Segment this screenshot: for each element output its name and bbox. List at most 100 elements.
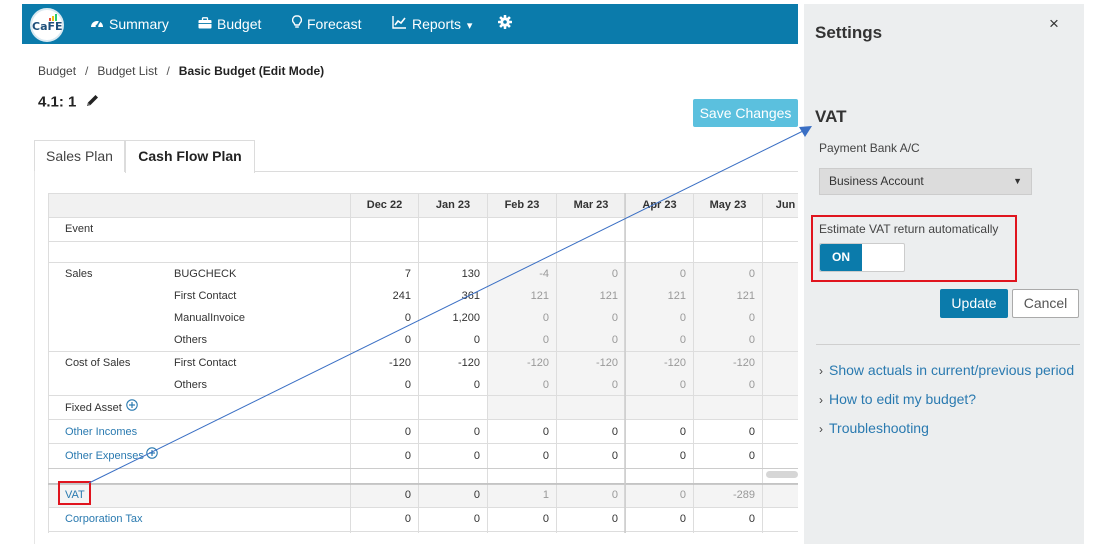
payment-bank-select[interactable]: Business Account ▼	[819, 168, 1032, 195]
close-icon[interactable]: ×	[1049, 14, 1059, 34]
other-expenses-link[interactable]: Other Expenses	[65, 450, 144, 462]
cell-value[interactable]: -120	[488, 352, 556, 374]
cell-value[interactable]: 0	[351, 444, 418, 468]
cancel-button[interactable]: Cancel	[1012, 289, 1079, 318]
cell-value[interactable]: 0	[694, 508, 762, 531]
cell-value[interactable]: 0	[626, 263, 693, 285]
cell-value[interactable]: 130	[419, 263, 487, 285]
row-label: Sales	[65, 268, 93, 280]
cell-value[interactable]: 0	[419, 508, 487, 531]
cell-value[interactable]: 241	[351, 285, 418, 307]
cell-value[interactable]: 0	[419, 329, 487, 351]
cell-value[interactable]: 0	[694, 420, 762, 444]
cell-value[interactable]: 0	[557, 374, 625, 396]
cell-value[interactable]: 0	[694, 263, 762, 285]
breadcrumb: Budget / Budget List / Basic Budget (Edit Mo…	[38, 64, 324, 78]
cell-value[interactable]: 0	[488, 329, 556, 351]
budget-app: CaFE Summary Budget Forecast Reports ▾ B…	[0, 0, 1117, 544]
cell-value[interactable]: 0	[557, 420, 625, 444]
nav-forecast-label: Forecast	[307, 16, 362, 32]
add-other-expense-icon[interactable]	[146, 444, 158, 468]
cell-value: 0	[404, 489, 411, 501]
cell-value[interactable]: 0	[557, 307, 625, 329]
cell-value[interactable]: 0	[626, 307, 693, 329]
cell-value[interactable]: 0	[351, 508, 418, 531]
cell-value[interactable]: 0	[626, 329, 693, 351]
lightbulb-icon	[291, 4, 303, 44]
nav-forecast[interactable]: Forecast	[291, 4, 362, 44]
cell-value[interactable]: 0	[419, 420, 487, 444]
cell-value[interactable]: 0	[419, 374, 487, 396]
line-chart-icon	[392, 4, 407, 44]
cell-value[interactable]: -4	[488, 263, 556, 285]
cell-value[interactable]: -120	[626, 352, 693, 374]
save-changes-button[interactable]: Save Changes	[693, 99, 798, 127]
gear-icon	[498, 4, 512, 44]
cell-value[interactable]: 0	[488, 420, 556, 444]
tab-cash-flow-plan[interactable]: Cash Flow Plan	[125, 140, 255, 173]
nav-reports-label: Reports	[412, 16, 462, 32]
nav-settings[interactable]	[498, 4, 517, 44]
cell-value[interactable]: 0	[694, 329, 762, 351]
cell-value[interactable]: 121	[626, 285, 693, 307]
cell-value[interactable]: 0	[488, 307, 556, 329]
cafe-logo[interactable]: CaFE	[30, 8, 64, 42]
help-link-label: Show actuals in current/previous period	[829, 362, 1075, 378]
help-link-show-actuals[interactable]: › Show actuals in current/previous period	[819, 362, 1074, 378]
cell-value[interactable]: 0	[488, 508, 556, 531]
cell-value[interactable]: -120	[557, 352, 625, 374]
cell-value[interactable]: 0	[626, 444, 693, 468]
cell-value[interactable]: 0	[351, 307, 418, 329]
cell-value[interactable]: 0	[694, 444, 762, 468]
nav-summary[interactable]: Summary	[90, 4, 169, 44]
cell-value[interactable]: 0	[626, 508, 693, 531]
table-row-fixed-asset: Fixed Asset	[48, 396, 798, 420]
cell-value[interactable]: 7	[351, 263, 418, 285]
cell-value[interactable]: 0	[351, 420, 418, 444]
cell-value[interactable]: 361	[419, 285, 487, 307]
cell-value[interactable]: 0	[694, 374, 762, 396]
help-link-edit-budget[interactable]: › How to edit my budget?	[819, 391, 976, 407]
breadcrumb-budget[interactable]: Budget	[38, 64, 76, 78]
plan-title-text: 4.1: 1	[38, 93, 77, 111]
cell-value[interactable]: 1,200	[419, 307, 487, 329]
update-button[interactable]: Update	[940, 289, 1008, 318]
top-nav: CaFE Summary Budget Forecast Reports ▾	[22, 4, 798, 44]
cell-value[interactable]: 0	[557, 329, 625, 351]
other-incomes-link[interactable]: Other Incomes	[65, 420, 137, 444]
cell-value[interactable]: 0	[557, 263, 625, 285]
cell-value[interactable]: 0	[557, 444, 625, 468]
cell-value[interactable]: 0	[488, 374, 556, 396]
tab-sales-plan[interactable]: Sales Plan	[34, 140, 125, 172]
page-title: 4.1: 1	[38, 93, 100, 112]
pencil-icon[interactable]	[85, 93, 100, 112]
cell-value[interactable]: 0	[557, 508, 625, 531]
chevron-right-icon: ›	[819, 364, 823, 378]
help-link-label: Troubleshooting	[829, 420, 929, 436]
horizontal-scrollbar[interactable]	[766, 471, 798, 478]
cell-value[interactable]: -120	[694, 352, 762, 374]
cell-value[interactable]: 0	[488, 444, 556, 468]
cell-value[interactable]: 121	[557, 285, 625, 307]
add-fixed-asset-icon[interactable]	[126, 396, 138, 420]
cell-value[interactable]: 0	[351, 374, 418, 396]
table-row: Other Incomes 0 0 0 0 0 0	[48, 420, 798, 444]
cell-value[interactable]: 0	[419, 444, 487, 468]
month-header: May 23	[709, 199, 747, 211]
cell-value[interactable]: -120	[419, 352, 487, 374]
cell-value[interactable]: -120	[351, 352, 418, 374]
corporation-tax-link[interactable]: Corporation Tax	[65, 508, 142, 531]
cell-value[interactable]: 0	[694, 307, 762, 329]
estimate-vat-toggle[interactable]: ON	[819, 243, 905, 272]
cell-value[interactable]: 0	[626, 420, 693, 444]
nav-reports[interactable]: Reports ▾	[392, 4, 472, 44]
month-header: Apr 23	[642, 199, 677, 211]
breadcrumb-budget-list[interactable]: Budget List	[97, 64, 157, 78]
cell-value[interactable]: 0	[626, 374, 693, 396]
nav-budget[interactable]: Budget	[198, 4, 261, 44]
cell-value[interactable]: 121	[488, 285, 556, 307]
cell-value[interactable]: 121	[694, 285, 762, 307]
cell-value: 0	[679, 489, 686, 501]
help-link-troubleshooting[interactable]: › Troubleshooting	[819, 420, 929, 436]
cell-value[interactable]: 0	[351, 329, 418, 351]
